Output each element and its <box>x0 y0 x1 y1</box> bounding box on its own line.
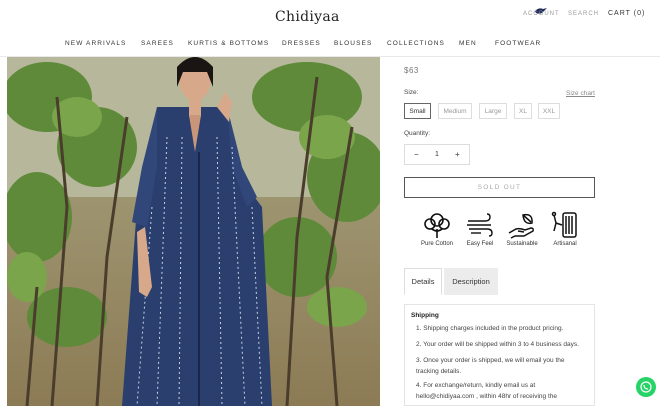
quantity-stepper: − 1 + <box>404 144 470 165</box>
feature-label: Sustainable <box>506 241 538 247</box>
nav-collections[interactable]: COLLECTIONS <box>387 40 445 47</box>
main-nav: NEW ARRIVALS SAREES KURTIS & BOTTOMS DRE… <box>0 40 660 50</box>
shipping-item: 3. Once your order is shipped, we will e… <box>416 357 565 375</box>
search-link[interactable]: SEARCH <box>568 11 599 17</box>
sold-out-button[interactable]: SOLD OUT <box>404 177 595 198</box>
nav-footwear[interactable]: FOOTWEAR <box>495 40 541 47</box>
spool-icon <box>551 211 577 238</box>
size-chart-link[interactable]: Size chart <box>566 90 595 97</box>
hand-leaf-icon <box>508 213 534 239</box>
tab-description[interactable]: Description <box>444 268 498 295</box>
feature-pure-cotton: Pure Cotton <box>413 211 461 247</box>
size-option-xxl[interactable]: XXL <box>538 103 560 119</box>
product-price: $63 <box>404 66 419 75</box>
nav-sarees[interactable]: SAREES <box>141 40 174 47</box>
shipping-item: 2. Your order will be shipped within 3 t… <box>416 341 579 348</box>
nav-blouses[interactable]: BLOUSES <box>334 40 372 47</box>
shipping-item: 4. For exchange/return, kindly email us … <box>416 382 558 400</box>
feature-label: Easy Feel <box>466 241 494 247</box>
wind-icon <box>467 213 493 237</box>
nav-dresses[interactable]: DRESSES <box>282 40 321 47</box>
feature-easy-feel: Easy Feel <box>456 211 504 247</box>
account-link[interactable]: ACCOUNT <box>523 11 560 17</box>
product-image[interactable] <box>7 57 380 406</box>
feature-artisanal: Artisanal <box>541 211 589 247</box>
logo-text[interactable]: Chidiyaa <box>275 9 340 25</box>
whatsapp-icon <box>640 381 652 393</box>
size-label: Size: <box>404 89 419 96</box>
shipping-heading: Shipping <box>411 312 439 319</box>
quantity-label: Quantity: <box>404 130 431 137</box>
cart-link[interactable]: CART (0) <box>608 10 645 17</box>
size-option-xl[interactable]: XL <box>514 103 532 119</box>
model-photo <box>7 57 380 406</box>
size-option-medium[interactable]: Medium <box>438 103 472 119</box>
quantity-value[interactable]: 1 <box>435 151 439 158</box>
nav-kurtis-bottoms[interactable]: KURTIS & BOTTOMS <box>188 40 269 47</box>
details-panel: Shipping 1. Shipping charges included in… <box>404 304 595 406</box>
site-header: Chidiyaa ACCOUNT SEARCH CART (0) NEW ARR… <box>0 0 660 57</box>
shipping-item: 1. Shipping charges included in the prod… <box>416 325 564 332</box>
nav-men[interactable]: MEN <box>459 40 477 47</box>
size-option-small[interactable]: Small <box>404 103 431 119</box>
feature-label: Artisanal <box>553 241 577 247</box>
feature-label: Pure Cotton <box>420 241 454 247</box>
tab-details[interactable]: Details <box>404 268 442 295</box>
feature-sustainable: Sustainable <box>498 211 546 247</box>
quantity-decrease-button[interactable]: − <box>414 150 419 159</box>
nav-new-arrivals[interactable]: NEW ARRIVALS <box>65 40 126 47</box>
size-option-large[interactable]: Large <box>479 103 507 119</box>
cotton-flower-icon <box>424 213 450 238</box>
whatsapp-chat-button[interactable] <box>636 377 656 397</box>
quantity-increase-button[interactable]: + <box>455 150 460 159</box>
